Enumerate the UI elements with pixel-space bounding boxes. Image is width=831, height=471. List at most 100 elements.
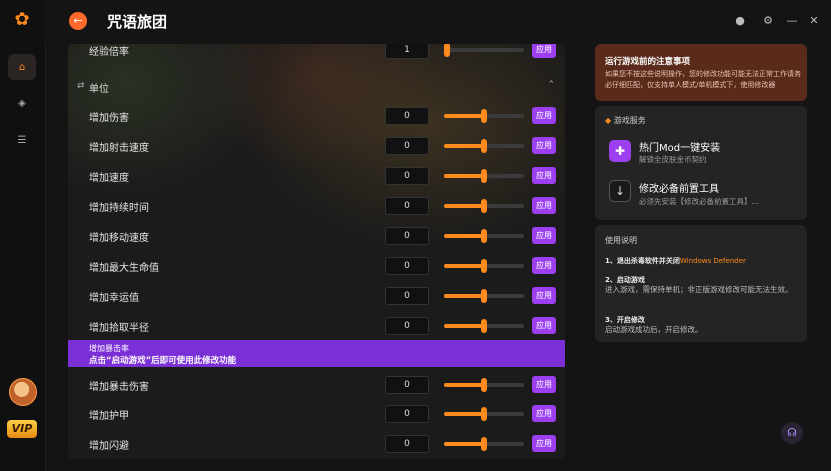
value-slider[interactable]	[444, 407, 524, 421]
value-input[interactable]: 0	[385, 167, 429, 185]
title-bar: ← 咒语旅团 ● ⚙ — ✕	[45, 0, 831, 44]
value-input[interactable]: 0	[385, 107, 429, 125]
value-input[interactable]: 0	[385, 197, 429, 215]
value-input[interactable]: 0	[385, 257, 429, 275]
modifier-panel: 经验倍率 1 应用 ⇄ 单位 ⌃ 增加伤害 0 应用 增加射击速度 0 应用 增…	[68, 44, 565, 459]
home-icon[interactable]: ⌂	[8, 54, 36, 80]
modifier-label: 增加闪避	[89, 441, 129, 452]
slider-handle[interactable]	[481, 289, 487, 303]
apply-button[interactable]: 应用	[532, 376, 556, 393]
apply-button[interactable]: 应用	[532, 317, 556, 334]
apply-button[interactable]: 应用	[532, 287, 556, 304]
value-slider[interactable]	[444, 378, 524, 392]
apply-button[interactable]: 应用	[532, 227, 556, 244]
apply-button[interactable]: 应用	[532, 197, 556, 214]
theme-icon[interactable]: ●	[733, 14, 747, 28]
windows-defender-text: Windows Defender	[679, 257, 746, 265]
value-slider[interactable]	[444, 169, 524, 183]
modifier-row: 增加移动速度 0 应用	[68, 221, 565, 251]
slider-handle[interactable]	[481, 259, 487, 273]
modifier-label: 增加暴击伤害	[89, 382, 149, 393]
modifier-row: 增加幸运值 0 应用	[68, 281, 565, 311]
services-header: ◆ 游戏服务	[605, 115, 646, 126]
apply-button[interactable]: 应用	[532, 435, 556, 452]
slider-handle[interactable]	[481, 437, 487, 451]
value-slider[interactable]	[444, 199, 524, 213]
back-arrow-icon[interactable]: ←	[69, 12, 87, 30]
guide-step-3-body: 启动游戏成功后，开启修改。	[605, 325, 703, 334]
modifier-label: 增加移动速度	[89, 233, 149, 244]
modifier-label: 增加伤害	[89, 113, 129, 124]
modifier-row: 增加最大生命值 0 应用	[68, 251, 565, 281]
service-subtitle: 解锁全皮肤金币契约	[639, 155, 707, 164]
hint-message: 点击“启动游戏”后即可使用此修改功能	[89, 356, 237, 366]
modifier-label: 增加速度	[89, 173, 129, 184]
game-services-card: ◆ 游戏服务 ✚ 热门Mod一键安装 解锁全皮肤金币契约 ↓ 修改必备前置工具 …	[595, 106, 807, 220]
value-slider[interactable]	[444, 109, 524, 123]
slider-handle[interactable]	[481, 139, 487, 153]
service-title: 修改必备前置工具	[639, 184, 719, 195]
modifier-label: 增加最大生命值	[89, 263, 159, 274]
sidebar: ✿ ⌂ ◈ ☰ VIP	[0, 0, 46, 471]
settings-icon[interactable]: ⚙	[761, 14, 775, 28]
notice-title: 运行游戏前的注意事项	[605, 57, 691, 67]
modifier-row: 增加护甲 0 应用	[68, 399, 565, 429]
guide-step-1: 1、退出杀毒软件并关闭Windows Defender	[605, 256, 746, 266]
slider-handle[interactable]	[481, 169, 487, 183]
collapse-icon[interactable]: ⌃	[547, 80, 555, 90]
slider-handle[interactable]	[481, 319, 487, 333]
section-header-unit[interactable]: ⇄ 单位 ⌃	[68, 76, 565, 98]
storage-icon[interactable]: ☰	[8, 127, 36, 153]
slider-handle[interactable]	[444, 44, 450, 57]
value-input[interactable]: 1	[385, 44, 429, 59]
value-slider[interactable]	[444, 229, 524, 243]
apply-button[interactable]: 应用	[532, 405, 556, 422]
close-icon[interactable]: ✕	[807, 14, 821, 28]
modifier-row: 增加速度 0 应用	[68, 161, 565, 191]
value-input[interactable]: 0	[385, 227, 429, 245]
page-title: 咒语旅团	[107, 13, 168, 31]
minimize-icon[interactable]: —	[785, 14, 799, 28]
headset-support-icon[interactable]: ☊	[781, 422, 803, 444]
modifier-label: 经验倍率	[89, 47, 129, 58]
value-input[interactable]: 0	[385, 376, 429, 394]
value-input[interactable]: 0	[385, 287, 429, 305]
apply-button[interactable]: 应用	[532, 167, 556, 184]
value-slider[interactable]	[444, 437, 524, 451]
services-title: 游戏服务	[613, 116, 646, 125]
slider-handle[interactable]	[481, 407, 487, 421]
slider-handle[interactable]	[481, 199, 487, 213]
apply-button[interactable]: 应用	[532, 257, 556, 274]
value-slider[interactable]	[444, 259, 524, 273]
apply-button[interactable]: 应用	[532, 44, 556, 58]
gamepad-icon[interactable]: ◈	[8, 90, 36, 116]
modifier-row: 增加射击速度 0 应用	[68, 131, 565, 161]
service-subtitle: 必须先安装【修改必备前置工具】...	[639, 197, 759, 206]
modifier-label: 增加持续时间	[89, 203, 149, 214]
locked-hint-banner: 增加暴击率 点击“启动游戏”后即可使用此修改功能	[68, 340, 565, 367]
value-input[interactable]: 0	[385, 317, 429, 335]
value-slider[interactable]	[444, 139, 524, 153]
slider-handle[interactable]	[481, 229, 487, 243]
avatar[interactable]	[9, 378, 37, 406]
value-input[interactable]: 0	[385, 405, 429, 423]
value-input[interactable]: 0	[385, 137, 429, 155]
modifier-label: 增加暴击率	[89, 344, 129, 353]
modifier-label: 增加射击速度	[89, 143, 149, 154]
guide-title: 使用说明	[605, 236, 637, 245]
slider-handle[interactable]	[481, 109, 487, 123]
value-slider[interactable]	[444, 289, 524, 303]
modifier-label: 增加幸运值	[89, 293, 139, 304]
modifier-label: 增加护甲	[89, 411, 129, 422]
notice-body: 如果您不按这些说明操作，您的修改功能可能无法正常工作请务必仔细匹配，仅支持单人模…	[605, 70, 801, 89]
download-icon: ↓	[609, 180, 631, 202]
apply-button[interactable]: 应用	[532, 107, 556, 124]
vip-badge[interactable]: VIP	[7, 420, 37, 438]
slider-handle[interactable]	[481, 378, 487, 392]
modifier-row: 增加暴击伤害 0 应用	[68, 370, 565, 400]
value-input[interactable]: 0	[385, 435, 429, 453]
value-slider[interactable]	[444, 319, 524, 333]
mod-icon: ✚	[609, 140, 631, 162]
value-slider[interactable]	[444, 44, 524, 57]
apply-button[interactable]: 应用	[532, 137, 556, 154]
